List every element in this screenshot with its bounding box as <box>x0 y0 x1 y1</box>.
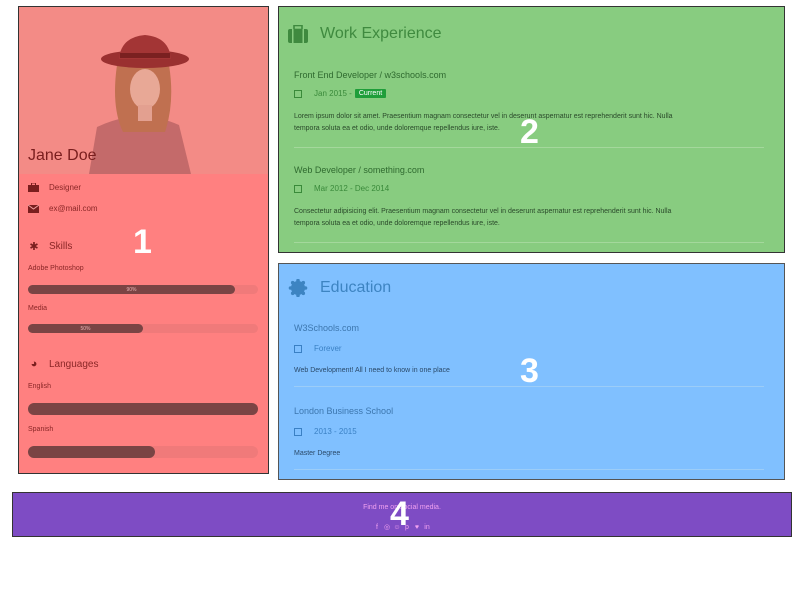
job-entry-title: Front End Developer / w3schools.com <box>294 70 447 80</box>
suitcase-icon <box>288 24 308 43</box>
profile-card: Jane Doe Designer ex@mail.com ✱ Skills A… <box>18 6 269 474</box>
entry-divider <box>294 242 764 243</box>
region-number-1: 1 <box>133 223 152 261</box>
languages-heading: ◕ Languages <box>28 358 99 370</box>
skills-heading: ✱ Skills <box>29 241 73 253</box>
education-card: Education W3Schools.com Forever Web Deve… <box>278 263 785 480</box>
region-number-2: 2 <box>520 113 539 151</box>
language-bar-spanish <box>28 446 258 458</box>
certificate-icon <box>288 278 308 298</box>
job-title: Designer <box>49 183 82 192</box>
school-entry-title: W3Schools.com <box>294 323 360 333</box>
school-entry-date: Forever <box>294 344 342 353</box>
cv-page: Jane Doe Designer ex@mail.com ✱ Skills A… <box>0 0 800 600</box>
skill-bar-photoshop: 90% <box>28 285 258 294</box>
language-bar-fill <box>28 403 258 415</box>
footer: Find me on social media. f ◎ ☺ p ♥ in 4 <box>12 492 792 537</box>
calendar-icon <box>294 427 302 436</box>
job-entry-date: Mar 2012 - Dec 2014 <box>294 184 389 193</box>
school-entry-title: London Business School <box>294 406 394 416</box>
entry-divider <box>294 469 764 470</box>
language-label-spanish: Spanish <box>28 426 54 433</box>
language-label-english: English <box>28 383 51 390</box>
skill-bar-fill: 90% <box>28 285 235 294</box>
calendar-icon <box>294 184 302 193</box>
facebook-icon[interactable]: f <box>373 524 381 532</box>
calendar-icon <box>294 344 302 353</box>
email-address: ex@mail.com <box>49 204 98 213</box>
calendar-icon <box>294 89 302 98</box>
skill-label-media: Media <box>28 305 48 312</box>
briefcase-icon <box>28 182 39 192</box>
language-bar-fill <box>28 446 155 458</box>
envelope-icon <box>27 204 40 213</box>
linkedin-icon[interactable]: in <box>423 524 431 532</box>
email-row: ex@mail.com <box>27 204 98 213</box>
skill-label-photoshop: Adobe Photoshop <box>28 265 84 272</box>
twitter-icon[interactable]: ♥ <box>413 524 421 532</box>
work-experience-heading: Work Experience <box>288 24 442 43</box>
work-experience-card: Work Experience Front End Developer / w3… <box>278 6 785 253</box>
school-entry-description: Master Degree <box>294 450 341 457</box>
job-entry-date: Jan 2015 - Current <box>294 89 387 98</box>
region-number-3: 3 <box>520 352 539 390</box>
asterisk-icon: ✱ <box>29 241 39 253</box>
profile-name: Jane Doe <box>28 147 97 164</box>
job-entry-title: Web Developer / something.com <box>294 165 425 175</box>
current-badge: Current <box>354 89 387 98</box>
globe-icon: ◕ <box>30 358 38 370</box>
region-number-4: 4 <box>390 495 409 533</box>
school-entry-date: 2013 - 2015 <box>294 427 357 436</box>
education-heading: Education <box>288 278 391 298</box>
skill-bar-media: 50% <box>28 324 258 333</box>
job-entry-description: Consectetur adipisicing elit. Praesentiu… <box>294 208 672 227</box>
language-bar-english <box>28 403 258 415</box>
job-row: Designer <box>28 182 82 192</box>
skill-bar-fill: 50% <box>28 324 143 333</box>
